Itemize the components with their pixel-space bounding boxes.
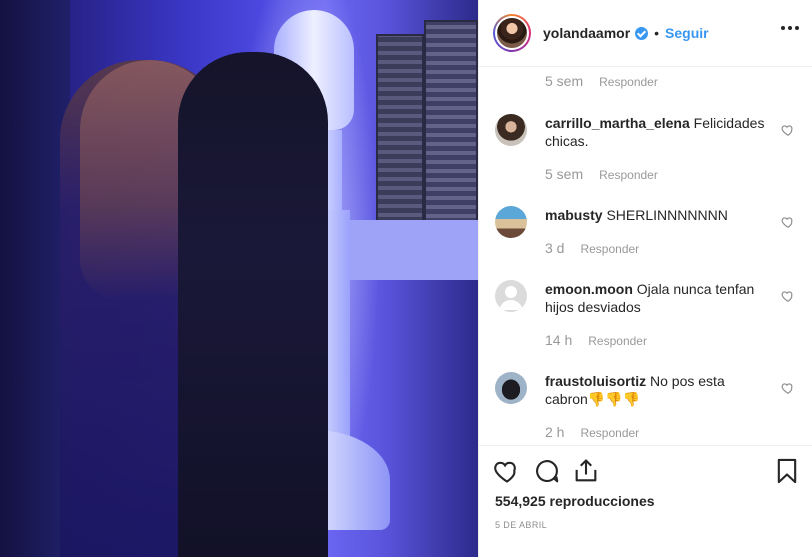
commenter-username[interactable]: carrillo_martha_elena xyxy=(545,115,690,131)
reply-button[interactable]: Responder xyxy=(580,242,639,256)
like-comment-heart-icon[interactable] xyxy=(781,123,795,137)
comment-meta: 5 sem Responder xyxy=(545,73,658,89)
comment-bubble-icon[interactable] xyxy=(533,457,561,485)
like-comment-heart-icon[interactable] xyxy=(781,215,795,229)
reply-button[interactable]: Responder xyxy=(599,168,658,182)
comment-meta: 3 d Responder xyxy=(545,240,639,256)
comment-time: 2 h xyxy=(545,424,565,440)
author-username[interactable]: yolandaamor xyxy=(543,25,630,41)
like-comment-heart-icon[interactable] xyxy=(781,289,795,303)
comment-body: SHERLINNNNNNN xyxy=(606,207,728,223)
commenter-username[interactable]: fraustoluisortiz xyxy=(545,373,646,389)
save-bookmark-icon[interactable] xyxy=(773,457,801,485)
reply-button[interactable]: Responder xyxy=(580,426,639,440)
video-player[interactable] xyxy=(0,0,478,557)
comments-list[interactable]: 5 sem Responder carrillo_martha_elena Fe… xyxy=(479,67,812,445)
post-header: yolandaamor • Seguir xyxy=(479,0,812,67)
share-upload-icon[interactable] xyxy=(572,457,600,485)
commenter-username[interactable]: mabusty xyxy=(545,207,603,223)
comment-time: 14 h xyxy=(545,332,573,348)
verified-badge-icon xyxy=(635,26,649,40)
person-right xyxy=(178,52,328,557)
instagram-post-view: yolandaamor • Seguir 5 sem Responder car… xyxy=(0,0,812,557)
comment-time: 5 sem xyxy=(545,73,584,89)
comment-text: emoon.moon Ojala nunca tenfan hijos desv… xyxy=(545,280,767,316)
default-avatar-icon[interactable] xyxy=(495,280,527,312)
view-count[interactable]: 554,925 reproducciones xyxy=(495,493,655,509)
like-heart-icon[interactable] xyxy=(493,457,521,485)
author-avatar[interactable] xyxy=(493,14,531,52)
comment-time: 3 d xyxy=(545,240,565,256)
separator-dot: • xyxy=(654,25,660,41)
post-actions: 554,925 reproducciones 5 DE ABRIL xyxy=(479,445,812,557)
commenter-username[interactable]: emoon.moon xyxy=(545,281,633,297)
post-side-panel: yolandaamor • Seguir 5 sem Responder car… xyxy=(478,0,812,557)
reply-button[interactable]: Responder xyxy=(588,334,647,348)
reply-button[interactable]: Responder xyxy=(599,75,658,89)
more-options-icon[interactable] xyxy=(781,26,799,30)
commenter-avatar[interactable] xyxy=(495,206,527,238)
comment-time: 5 sem xyxy=(545,166,584,182)
like-comment-heart-icon[interactable] xyxy=(781,381,795,395)
comment-meta: 2 h Responder xyxy=(545,424,639,440)
commenter-avatar[interactable] xyxy=(495,114,527,146)
comment-meta: 14 h Responder xyxy=(545,332,647,348)
commenter-avatar[interactable] xyxy=(495,372,527,404)
thumbs-down-emoji: 👎👎👎 xyxy=(587,391,641,407)
post-date[interactable]: 5 DE ABRIL xyxy=(495,520,547,530)
background-shutter xyxy=(376,34,424,224)
follow-button[interactable]: Seguir xyxy=(665,25,709,41)
comment-text: fraustoluisortiz No pos esta cabron👎👎👎 xyxy=(545,372,767,408)
comment-text: carrillo_martha_elena Felicidades chicas… xyxy=(545,114,767,150)
comment-text: mabusty SHERLINNNNNNN xyxy=(545,206,767,224)
comment-meta: 5 sem Responder xyxy=(545,166,658,182)
